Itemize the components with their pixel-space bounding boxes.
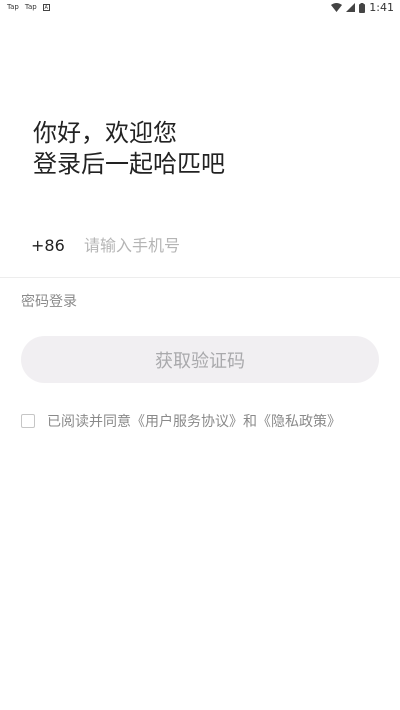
- cell-signal-icon: [346, 3, 356, 12]
- password-login-link[interactable]: 密码登录: [21, 291, 77, 311]
- status-bar-left: Tap Tap A: [7, 3, 50, 11]
- agreement-connector: 和: [243, 414, 257, 430]
- agreement-checkbox[interactable]: [21, 414, 35, 428]
- agreement-prefix: 已阅读并同意: [47, 414, 131, 430]
- status-bar: Tap Tap A 1:41: [0, 0, 400, 16]
- notification-label: Tap: [7, 3, 19, 11]
- phone-input-row: +86: [0, 222, 400, 278]
- status-bar-right: 1:41: [331, 1, 394, 14]
- privacy-policy-link[interactable]: 《隐私政策》: [257, 411, 341, 431]
- notification-label: Tap: [24, 3, 37, 11]
- user-agreement-link[interactable]: 《用户服务协议》: [131, 411, 243, 431]
- notification-app-icon: A: [42, 3, 50, 11]
- country-code[interactable]: +86: [31, 236, 65, 255]
- phone-number-input[interactable]: [84, 230, 374, 260]
- agreement-row: 已阅读并同意 《用户服务协议》 和 《隐私政策》: [21, 411, 341, 431]
- welcome-line-2: 登录后一起哈匹吧: [33, 150, 225, 178]
- welcome-heading: 你好，欢迎您 登录后一起哈匹吧: [33, 118, 225, 180]
- welcome-line-1: 你好，欢迎您: [33, 119, 177, 147]
- wifi-icon: [331, 3, 343, 12]
- status-time: 1:41: [369, 1, 394, 14]
- battery-icon: [359, 2, 366, 13]
- get-verification-code-button[interactable]: 获取验证码: [21, 336, 379, 383]
